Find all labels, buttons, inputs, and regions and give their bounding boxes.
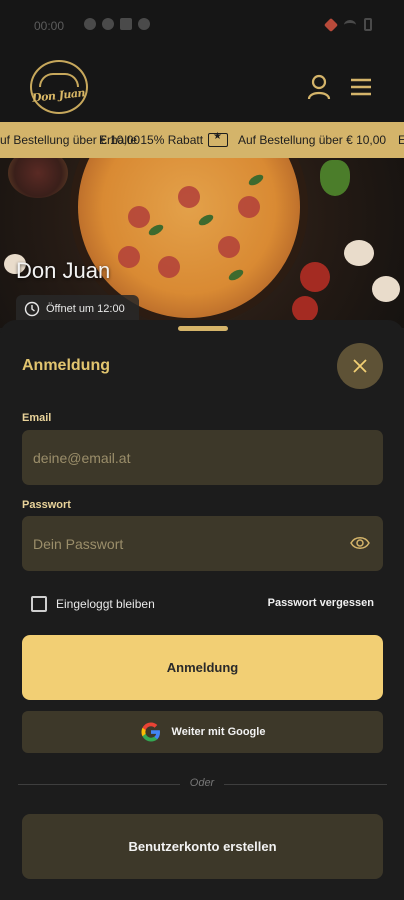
- ticket-icon: [208, 131, 228, 147]
- opening-hours-badge: Öffnet um 12:00: [16, 295, 139, 323]
- spice-bowl-image: [8, 158, 68, 198]
- sheet-title: Anmeldung: [22, 357, 110, 374]
- divider: Oder: [0, 777, 404, 789]
- tomato-image: [300, 262, 330, 292]
- account-button[interactable]: [304, 72, 334, 102]
- notification-icon: [138, 18, 150, 30]
- status-bar: 00:00: [0, 0, 404, 52]
- notification-icons: [84, 18, 150, 30]
- logo-text: Don Juan: [31, 85, 87, 105]
- mushroom-image: [344, 240, 374, 266]
- login-button[interactable]: Anmeldung: [22, 635, 383, 700]
- tomato-image: [292, 296, 318, 322]
- user-icon: [307, 74, 331, 100]
- remember-me-checkbox[interactable]: [31, 596, 47, 612]
- restaurant-name: Don Juan: [16, 258, 111, 283]
- drag-handle[interactable]: [178, 326, 228, 331]
- menu-button[interactable]: [348, 74, 374, 100]
- ticker-item: E: [398, 133, 404, 147]
- mushroom-image: [372, 276, 400, 302]
- remember-me-toggle[interactable]: Eingeloggt bleiben: [31, 596, 155, 612]
- hamburger-menu-icon: [351, 78, 371, 96]
- notification-icon: [84, 18, 96, 30]
- battery-icon: [364, 18, 372, 31]
- clock-icon: [24, 301, 40, 317]
- password-label: Passwort: [22, 499, 71, 511]
- pepper-image: [320, 160, 350, 196]
- ticker-item: Erhalte 15% Rabatt: [99, 133, 204, 147]
- notification-icon: [102, 18, 114, 30]
- google-icon: [141, 722, 160, 742]
- ticker-item: Auf Bestellung über € 10,00: [238, 133, 387, 147]
- google-login-label: Weiter mit Google: [171, 726, 266, 738]
- alert-icon: [323, 17, 339, 32]
- status-time: 00:00: [34, 19, 65, 33]
- remember-me-label: Eingeloggt bleiben: [56, 597, 155, 611]
- email-field-container: [22, 430, 383, 485]
- password-field[interactable]: [22, 516, 322, 571]
- pizza-image: [78, 158, 300, 318]
- hero-banner: Don Juan Öffnet um 12:00: [0, 158, 404, 328]
- opening-hours-text: Öffnet um 12:00: [46, 303, 125, 315]
- create-account-button[interactable]: Benutzerkonto erstellen: [22, 814, 383, 879]
- wifi-icon: [344, 19, 356, 30]
- password-field-container: [22, 516, 383, 571]
- system-icons: [323, 17, 372, 32]
- close-icon: [353, 359, 367, 373]
- divider-label: Oder: [179, 777, 225, 789]
- google-login-button[interactable]: Weiter mit Google: [22, 711, 383, 753]
- close-button[interactable]: [337, 343, 383, 389]
- email-label: Email: [22, 412, 52, 424]
- logo-arc: [39, 72, 79, 87]
- create-account-label: Benutzerkonto erstellen: [128, 839, 277, 854]
- restaurant-logo[interactable]: Don Juan: [30, 60, 88, 114]
- eye-icon[interactable]: [350, 534, 370, 552]
- app-header: Don Juan: [0, 52, 404, 122]
- notification-icon: [120, 18, 132, 30]
- email-field[interactable]: [22, 430, 322, 485]
- login-sheet: Anmeldung Email Passwort Eingeloggt blei…: [0, 320, 404, 900]
- promo-ticker: Auf Bestellung über € 10,00 Erhalte 15% …: [0, 122, 404, 158]
- forgot-password-link[interactable]: Passwort vergessen: [268, 597, 374, 609]
